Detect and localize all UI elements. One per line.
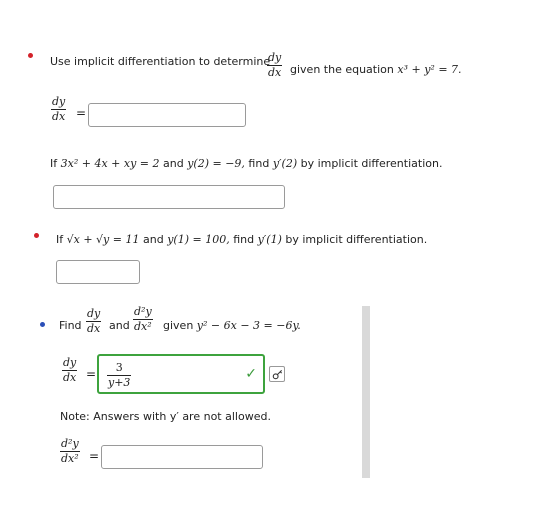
question-status-dot [40,322,45,327]
frac-numerator: d²y [61,437,79,450]
q1-prefix: Use implicit differentiation to determin… [50,55,271,68]
q4-equation: y² − 6x − 3 = −6y. [196,319,301,332]
q4-note: Note: Answers with y′ are not allowed. [60,410,271,423]
frac-denominator: dx² [134,320,152,333]
q3-text-method: by implicit differentiation. [285,233,428,246]
q4-given-text: given y² − 6x − 3 = −6y. [163,319,301,332]
q2-target: y′(2) [272,157,298,170]
frac-denominator: dx² [61,452,79,465]
question-status-dot [28,53,33,58]
q1-answer-input[interactable] [88,103,246,127]
q4-given-label: given [163,319,194,332]
q3-text-find: find [233,233,255,246]
q4-second-derivative: d²y dx² [133,306,153,333]
q3-target: y′(1) [257,233,282,246]
q4-answer1-input[interactable]: 3 y+3 ✓ [97,354,265,394]
frac-numerator: dy [63,356,77,369]
scrollbar[interactable] [362,306,370,478]
frac-numerator: d²y [134,305,152,318]
q1-derivative-fraction: dy dx [267,51,283,79]
key-icon[interactable] [269,366,285,382]
frac-denominator: y+3 [108,376,131,389]
q3-equation: √x + √y = 11 [66,233,140,246]
q4-answer1-label: dy dx [62,356,78,384]
q3-answer-input[interactable] [56,260,140,284]
q1-equation: x³ + y² = 7. [397,63,462,76]
q2-condition: y(2) = −9, [187,157,245,170]
question-status-dot [34,233,39,238]
q4-and-label: and [109,319,130,332]
checkmark-icon: ✓ [245,366,257,382]
frac-numerator: dy [268,51,282,64]
q2-text-method: by implicit differentiation. [300,157,443,170]
frac-numerator: 3 [115,361,123,374]
frac-denominator: dx [63,371,77,384]
equals-sign: = [86,367,97,381]
frac-denominator: dx [268,66,282,79]
q2-text-if: If [50,157,58,170]
q3-text-if: If [56,233,64,246]
q1-suffix: given the equation [290,63,394,76]
frac-denominator: dx [87,322,101,335]
q2-answer-input[interactable] [53,185,285,209]
q1-prompt: Use implicit differentiation to determin… [50,55,270,68]
q4-answer2-input[interactable] [101,445,263,469]
q1-suffix-text: given the equation x³ + y² = 7. [290,63,462,76]
q4-answer2-label: d²y dx² [60,438,80,465]
equals-sign: = [76,106,87,120]
q3-text-and: and [142,233,164,246]
frac-numerator: dy [52,95,66,108]
q2-equation: 3x² + 4x + xy = 2 [60,157,160,170]
q1-answer-label: dy dx [51,95,67,123]
q3-condition: y(1) = 100, [167,233,230,246]
q2-text-and: and [163,157,184,170]
q4-find-label: Find [59,319,82,332]
frac-numerator: dy [87,307,101,320]
q2-text-find: find [248,157,270,170]
key-icon-glyph [272,369,282,379]
q4-answer1-value: 3 y+3 [107,361,132,389]
q4-first-derivative: dy dx [86,307,102,335]
q2-prompt: If 3x² + 4x + xy = 2 and y(2) = −9, find… [50,157,442,170]
frac-denominator: dx [52,110,66,123]
q3-prompt: If √x + √y = 11 and y(1) = 100, find y′(… [56,233,427,246]
equals-sign: = [89,449,100,463]
